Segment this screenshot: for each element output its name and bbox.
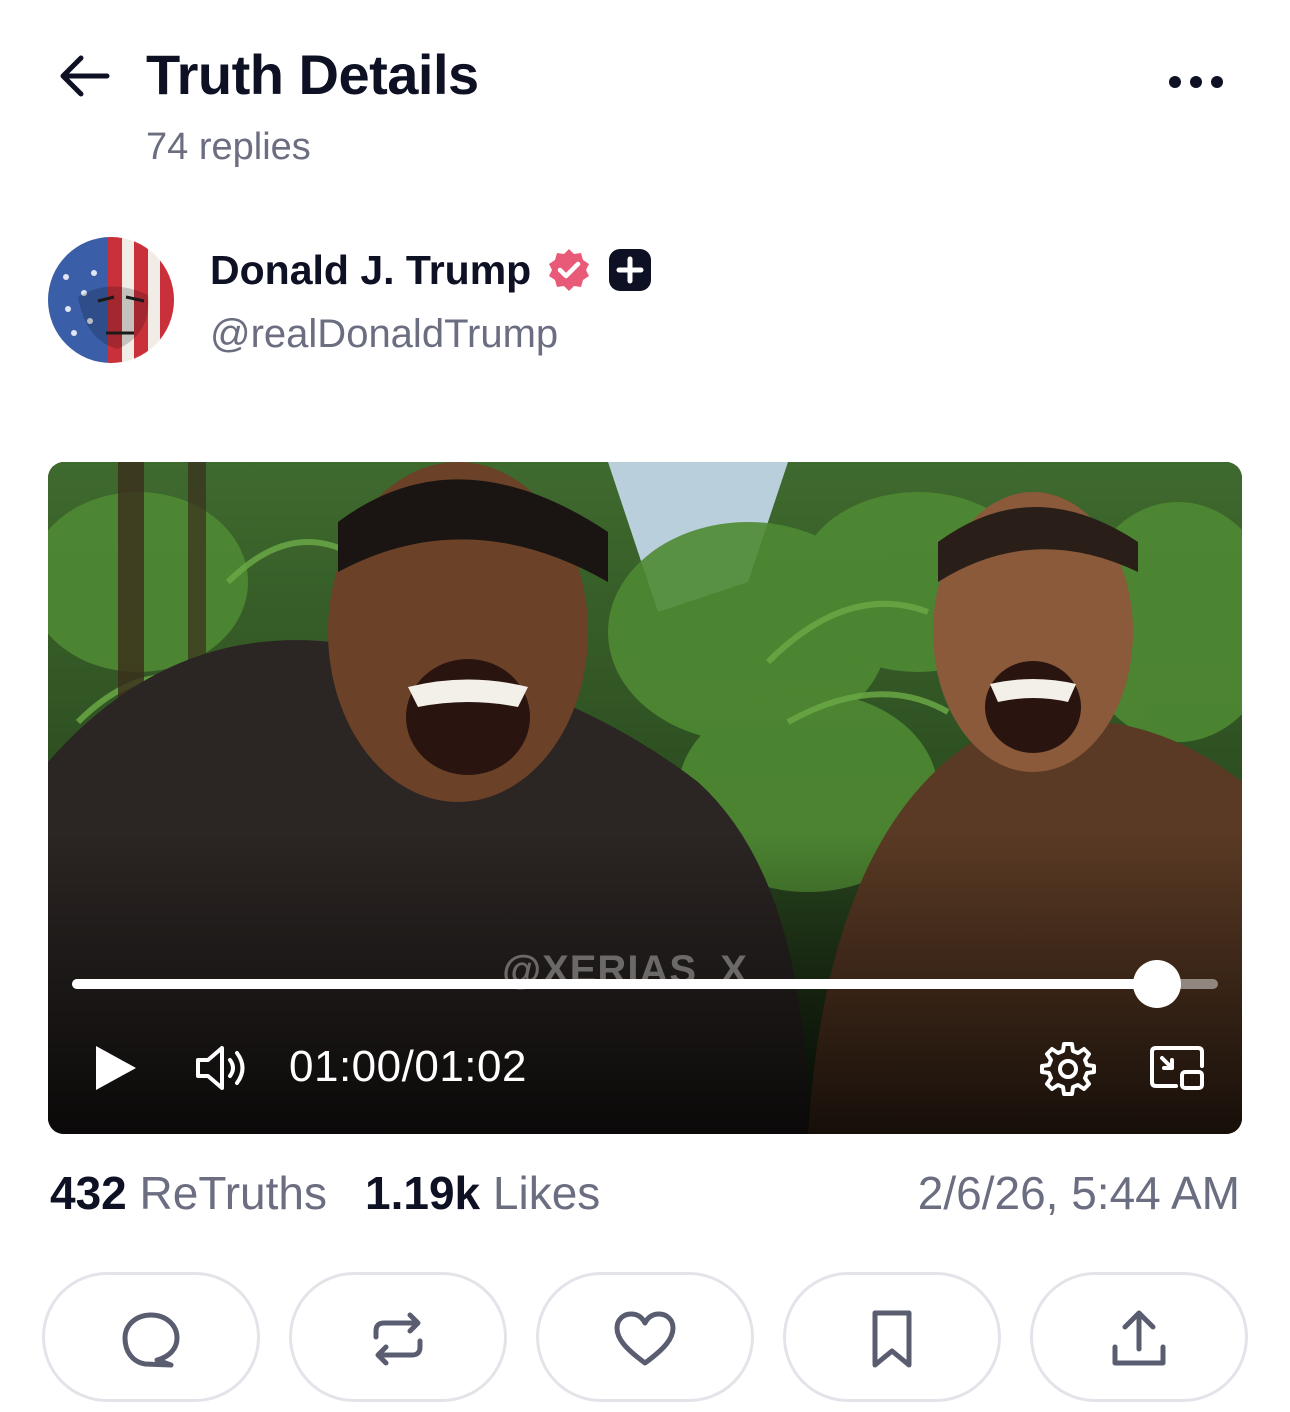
retruths-count: 432 [50,1167,127,1219]
truth-plus-icon [607,247,653,293]
duration: 01:02 [414,1042,527,1091]
gear-icon [1040,1042,1096,1096]
author-handle: @realDonaldTrump [210,312,559,356]
author-name: Donald J. Trump [210,246,532,293]
play-button[interactable] [86,1040,142,1096]
reply-button[interactable] [42,1272,260,1402]
dot [1169,76,1181,88]
dot [1190,76,1202,88]
picture-in-picture-button[interactable] [1148,1042,1206,1094]
likes-stat[interactable]: 1.19k Likes [365,1166,600,1220]
video-time: 01:00/01:02 [289,1042,527,1092]
post-actions [42,1272,1248,1412]
retruths-label: ReTruths [139,1167,327,1219]
avatar[interactable] [48,237,174,363]
back-button[interactable] [52,48,116,104]
video-player[interactable] [48,462,1242,1134]
video-progress-fill [72,979,1158,989]
post-timestamp: 2/6/26, 5:44 AM [917,1167,1240,1219]
video-progress-bar[interactable] [72,960,1218,1008]
volume-button[interactable] [190,1040,254,1096]
share-icon [1112,1310,1166,1366]
retruth-button[interactable] [289,1272,507,1402]
volume-icon [196,1046,245,1090]
video-frame [48,462,1242,1134]
share-button[interactable] [1030,1272,1248,1402]
reply-icon [122,1312,180,1368]
like-button[interactable] [536,1272,754,1402]
more-options-button[interactable] [1160,60,1232,104]
likes-count: 1.19k [365,1167,481,1219]
bookmark-button[interactable] [783,1272,1001,1402]
reply-count: 74 replies [146,126,311,168]
avatar-image [48,237,174,363]
post-stats: 432 ReTruths 1.19k Likes [50,1166,600,1220]
dot [1211,76,1223,88]
retruths-stat[interactable]: 432 ReTruths [50,1166,327,1220]
time-separator: / [401,1042,415,1091]
play-icon [96,1046,136,1090]
page-title: Truth Details [146,43,479,106]
like-icon [614,1311,676,1366]
likes-label: Likes [492,1167,601,1219]
picture-in-picture-icon [1150,1046,1204,1090]
verified-badge-icon [545,246,593,294]
current-time: 01:00 [289,1042,402,1091]
author-name-row[interactable]: Donald J. Trump [210,246,653,294]
video-scrubber-handle[interactable] [1133,960,1182,1008]
retruth-icon [373,1312,423,1366]
bookmark-icon [872,1310,912,1368]
video-settings-button[interactable] [1040,1040,1096,1096]
arrow-left-icon [60,55,110,97]
